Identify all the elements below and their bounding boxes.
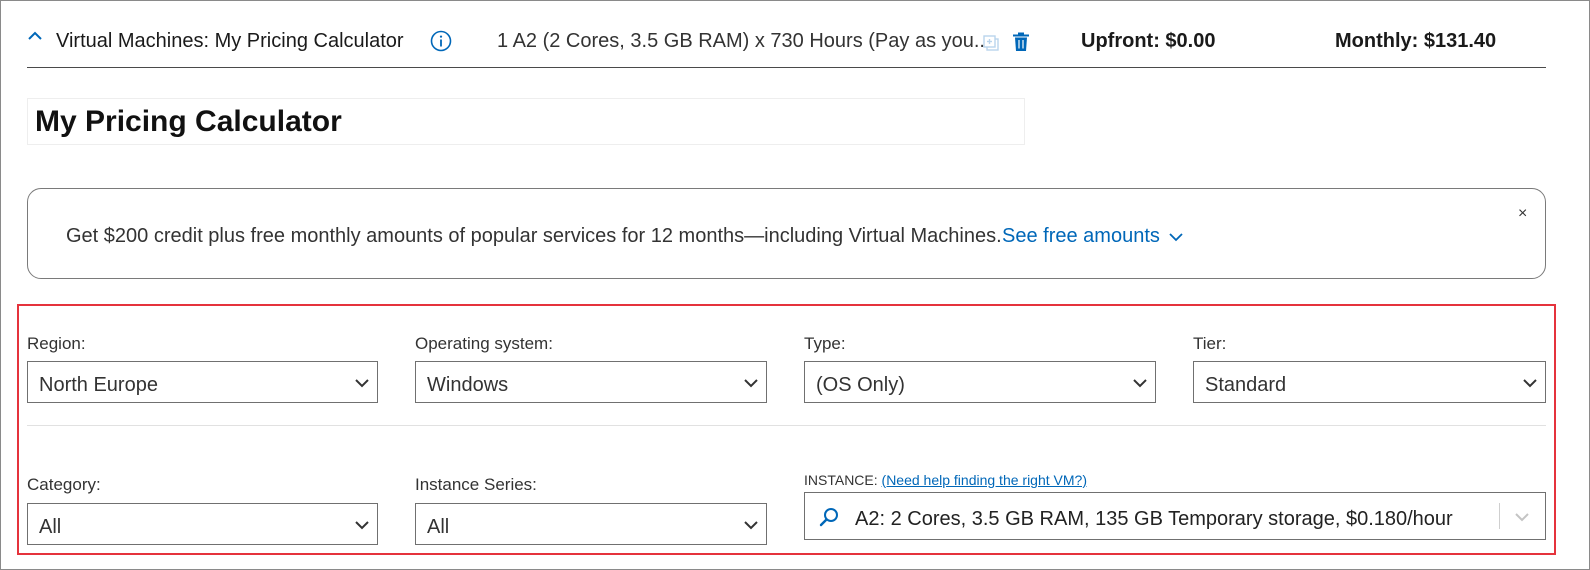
tier-select[interactable]: Standard (1193, 361, 1546, 403)
upfront-cost: Upfront: $0.00 (1081, 30, 1216, 52)
instance-series-select[interactable]: All (415, 503, 767, 545)
os-select[interactable]: Windows (415, 361, 767, 403)
calculator-header: Virtual Machines: My Pricing Calculator … (27, 0, 1546, 68)
instance-combobox[interactable]: A2: 2 Cores, 3.5 GB RAM, 135 GB Temporar… (804, 492, 1546, 540)
chevron-down-icon[interactable] (1515, 512, 1529, 522)
chevron-down-icon[interactable] (1168, 229, 1184, 245)
banner-text: Get $200 credit plus free monthly amount… (66, 225, 1002, 247)
instance-series-value: All (427, 516, 450, 538)
see-free-amounts-link[interactable]: See free amounts (1002, 225, 1160, 248)
instance-value: A2: 2 Cores, 3.5 GB RAM, 135 GB Temporar… (855, 508, 1453, 530)
free-credit-banner: Get $200 credit plus free monthly amount… (27, 188, 1546, 279)
vm-help-link[interactable]: (Need help finding the right VM?) (882, 472, 1087, 488)
category-select[interactable]: All (27, 503, 378, 545)
estimate-name-text: My Pricing Calculator (35, 105, 342, 138)
tier-value: Standard (1205, 374, 1287, 396)
category-label: Category: (27, 475, 101, 494)
chevron-down-icon (1133, 379, 1147, 388)
type-select[interactable]: (OS Only) (804, 361, 1156, 403)
instance-label-row: INSTANCE: (Need help finding the right V… (804, 472, 1087, 488)
region-value: North Europe (39, 374, 158, 396)
instance-series-label: Instance Series: (415, 475, 537, 494)
configuration-summary: 1 A2 (2 Cores, 3.5 GB RAM) x 730 Hours (… (497, 30, 991, 52)
os-value: Windows (427, 374, 509, 396)
instance-label: INSTANCE: (804, 472, 878, 488)
section-divider (27, 425, 1546, 426)
info-icon[interactable] (430, 30, 452, 52)
chevron-up-icon[interactable] (27, 28, 43, 44)
chevron-down-icon (744, 521, 758, 530)
section-title[interactable]: Virtual Machines: My Pricing Calculator (56, 30, 404, 53)
combobox-separator (1499, 503, 1500, 529)
chevron-down-icon (744, 379, 758, 388)
search-icon (819, 508, 838, 527)
chevron-down-icon (355, 379, 369, 388)
trash-icon[interactable] (1012, 32, 1030, 52)
copy-icon[interactable] (982, 34, 1000, 52)
type-value: (OS Only) (816, 374, 905, 396)
estimate-name-field[interactable]: My Pricing Calculator (27, 98, 1025, 145)
category-value: All (39, 516, 62, 538)
region-label: Region: (27, 334, 86, 353)
type-label: Type: (804, 334, 846, 353)
chevron-down-icon (355, 521, 369, 530)
os-label: Operating system: (415, 334, 553, 353)
monthly-cost: Monthly: $131.40 (1335, 30, 1497, 52)
region-select[interactable]: North Europe (27, 361, 378, 403)
tier-label: Tier: (1193, 334, 1227, 353)
close-icon[interactable]: × (1518, 205, 1527, 223)
chevron-down-icon (1523, 379, 1537, 388)
